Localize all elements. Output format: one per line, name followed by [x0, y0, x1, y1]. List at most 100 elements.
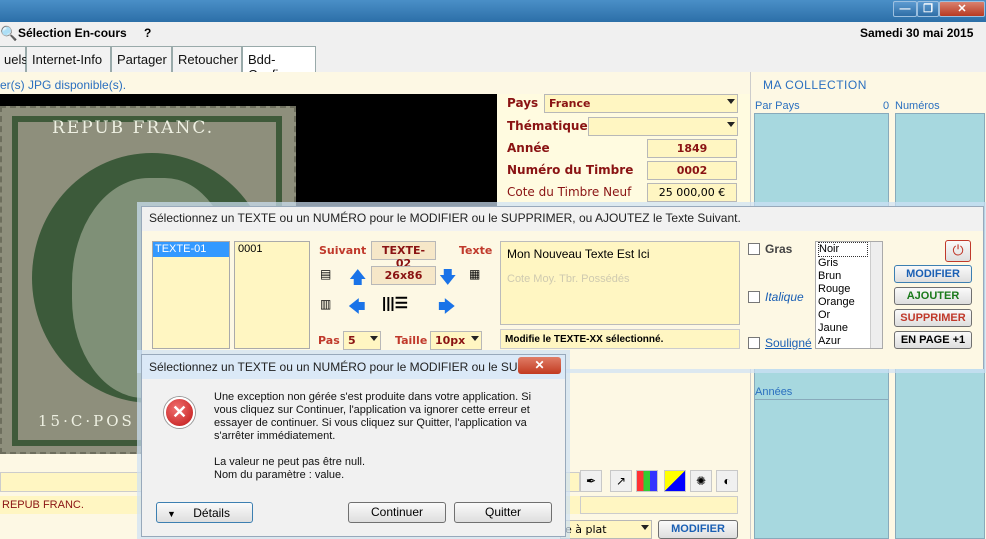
- italique-label: Italique: [765, 290, 804, 304]
- gras-label: Gras: [765, 242, 793, 256]
- ghost-text-cote: Cote Moy. Tbr. Possédés: [507, 273, 630, 285]
- thematique-label: Thématique: [507, 119, 588, 133]
- text-dialog: Sélectionnez un TEXTE ou un NUMÉRO pour …: [141, 206, 984, 369]
- chevron-down-icon: [727, 99, 735, 104]
- tab-bdd-config[interactable]: Bdd-Config: [242, 46, 316, 82]
- details-button[interactable]: ▼ Détails: [156, 502, 253, 523]
- new-text-value: Mon Nouveau Texte Est Ici: [507, 247, 650, 261]
- status-text: Modifie le TEXTE-XX sélectionné.: [500, 329, 740, 349]
- taille-select[interactable]: 10px: [430, 331, 482, 350]
- chevron-down-icon: [471, 336, 479, 341]
- arrow-left-icon[interactable]: 🡄: [348, 294, 366, 323]
- tab-internet-info[interactable]: Internet-Info: [26, 46, 111, 72]
- cote-field[interactable]: 25 000,00 €: [647, 183, 737, 202]
- supprimer-button[interactable]: SUPPRIMER: [894, 309, 972, 327]
- text-dialog-title: Sélectionnez un TEXTE ou un NUMÉRO pour …: [149, 211, 741, 225]
- align-left-icon[interactable]: ▥: [320, 297, 331, 311]
- pin-icon[interactable]: ✒: [580, 470, 602, 492]
- list-item[interactable]: TEXTE-01: [153, 242, 229, 257]
- tab-strip: uels Internet-Info Partager Retoucher Bd…: [0, 46, 986, 82]
- center-align-icon[interactable]: |||☰: [382, 294, 408, 312]
- annee-field[interactable]: 1849: [647, 139, 737, 158]
- details-label: Détails: [193, 506, 230, 520]
- tab-manuels[interactable]: uels: [0, 46, 28, 72]
- numero-label: Numéro du Timbre: [507, 163, 634, 177]
- chevron-down-icon: [641, 525, 649, 530]
- color-list[interactable]: Noir Gris Brun Rouge Orange Or Jaune Azu…: [815, 241, 883, 349]
- new-text-area[interactable]: Mon Nouveau Texte Est Ici Cote Moy. Tbr.…: [500, 241, 740, 325]
- error-close-button[interactable]: ✕: [518, 357, 561, 374]
- tab-partager[interactable]: Partager: [111, 46, 172, 72]
- cote-label: Cote du Timbre Neuf: [507, 185, 632, 199]
- annees-list[interactable]: [754, 399, 889, 539]
- error-icon: ✕: [164, 397, 195, 428]
- sparkle-icon[interactable]: ✺: [690, 470, 712, 492]
- suivant-label: Suivant: [319, 244, 367, 257]
- list-item[interactable]: 0001: [235, 242, 309, 257]
- suivant-field: TEXTE-02: [371, 241, 436, 270]
- align-top-right-icon[interactable]: ▦: [469, 267, 480, 281]
- en-page-button[interactable]: EN PAGE +1: [894, 331, 972, 349]
- taille-value: 10px: [435, 334, 466, 347]
- color-add-icon[interactable]: [664, 470, 686, 492]
- error-detail-2: Nom du paramètre : value.: [214, 469, 345, 481]
- chevron-down-icon: [727, 122, 735, 127]
- error-detail-1: La valeur ne peut pas être null.: [214, 456, 366, 468]
- numero-field[interactable]: 0002: [647, 161, 737, 180]
- numbers-list[interactable]: 0001: [234, 241, 310, 349]
- window-titlebar: — ❐ ✕: [0, 0, 986, 22]
- list-item[interactable]: Noir: [818, 242, 868, 257]
- extra-field[interactable]: [580, 496, 738, 514]
- numeros-label: Numéros: [895, 100, 940, 112]
- collection-title: MA COLLECTION: [763, 78, 867, 92]
- error-dialog: Sélectionnez un TEXTE ou un NUMÉRO pour …: [141, 354, 566, 537]
- stamp-banner: REPUB FRANC.: [52, 118, 215, 138]
- menu-selection-en-cours[interactable]: Sélection En-cours: [18, 26, 127, 40]
- bottom-toolbar: ✒ ↗ ✺ ◐: [580, 470, 738, 494]
- arrow-right-icon[interactable]: 🡆: [438, 294, 456, 323]
- quitter-button[interactable]: Quitter: [454, 502, 552, 523]
- color-list-scrollbar[interactable]: [870, 242, 882, 348]
- stamp-bottom-text: 15·C·POS: [38, 412, 135, 430]
- date-label: Samedi 30 mai 2015: [860, 26, 974, 40]
- modifier-button[interactable]: MODIFIER: [894, 265, 972, 283]
- thematique-select[interactable]: [588, 117, 738, 136]
- par-pays-count: 0: [883, 100, 890, 112]
- restore-button[interactable]: ❐: [917, 1, 939, 17]
- tab-retoucher[interactable]: Retoucher: [172, 46, 242, 72]
- align-top-left-icon[interactable]: ▤: [320, 267, 331, 281]
- arrow-up-icon[interactable]: 🡅: [349, 265, 366, 294]
- arrow-icon[interactable]: ↗: [610, 470, 632, 492]
- style-select[interactable]: e à plat: [560, 520, 652, 539]
- error-message: Une exception non gérée s'est produite d…: [214, 391, 532, 442]
- taille-label: Taille: [395, 334, 428, 347]
- arrow-down-icon[interactable]: 🡇: [439, 265, 456, 294]
- pays-value: France: [549, 97, 591, 110]
- menu-help[interactable]: ?: [144, 26, 151, 40]
- error-dialog-title: Sélectionnez un TEXTE ou un NUMÉRO pour …: [149, 360, 528, 374]
- triangle-down-icon: ▼: [167, 509, 176, 519]
- souligne-checkbox[interactable]: [748, 337, 760, 349]
- close-button[interactable]: ✕: [939, 1, 985, 17]
- minimize-button[interactable]: —: [893, 1, 917, 17]
- style-select-value: e à plat: [565, 523, 607, 536]
- italique-checkbox[interactable]: [748, 291, 760, 303]
- pas-select[interactable]: 5: [343, 331, 381, 350]
- pays-select[interactable]: France: [544, 94, 738, 113]
- chevron-down-icon: [370, 336, 378, 341]
- color-grid-icon[interactable]: [636, 470, 658, 492]
- gras-checkbox[interactable]: [748, 243, 760, 255]
- bottom-modifier-button[interactable]: MODIFIER: [658, 520, 738, 539]
- texte-label: Texte: [459, 244, 493, 257]
- texts-list[interactable]: TEXTE-01: [152, 241, 230, 349]
- continuer-button[interactable]: Continuer: [348, 502, 446, 523]
- menu-bar: 🔍 Sélection En-cours ? Samedi 30 mai 201…: [0, 22, 986, 46]
- souligne-label: Souligné: [765, 336, 812, 350]
- ajouter-button[interactable]: AJOUTER: [894, 287, 972, 305]
- power-icon[interactable]: ⏻: [945, 240, 971, 262]
- jpg-available-text: er(s) JPG disponible(s).: [0, 78, 127, 92]
- contrast-icon[interactable]: ◐: [716, 470, 738, 492]
- size-field: 26x86: [371, 266, 436, 285]
- pas-value: 5: [348, 334, 356, 347]
- annees-label: Années: [755, 386, 793, 398]
